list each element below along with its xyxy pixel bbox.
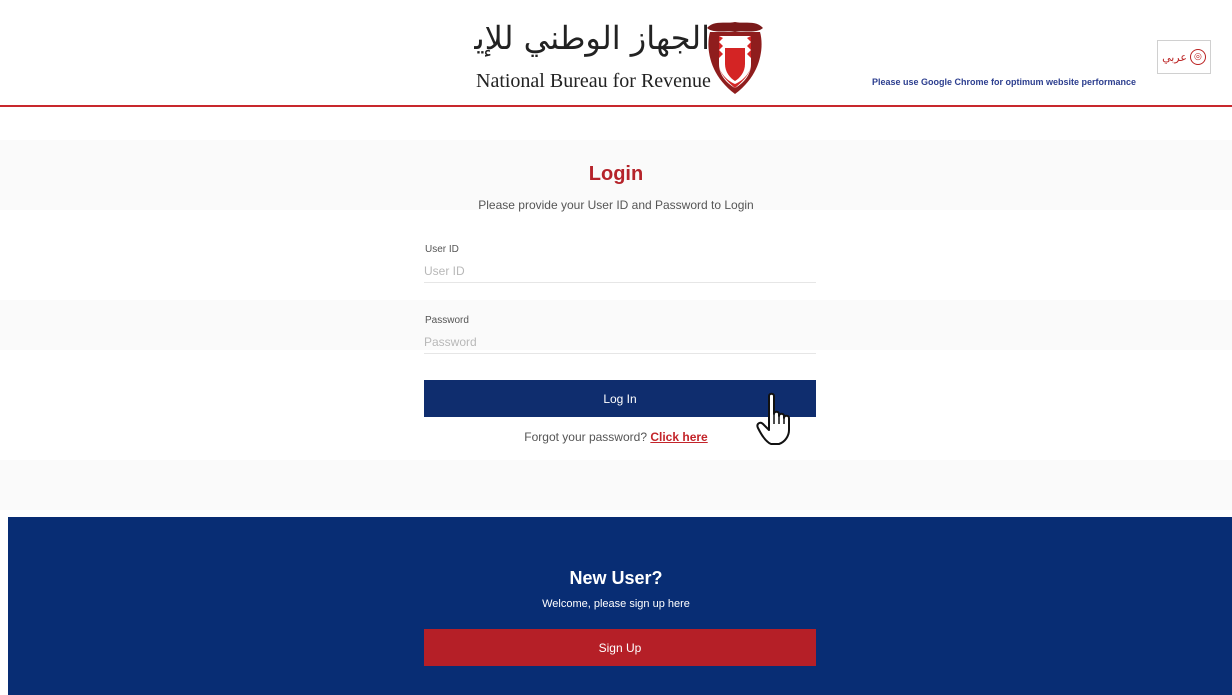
forgot-password-link[interactable]: Click here <box>650 430 707 444</box>
forgot-password-text: Forgot your password? <box>524 430 647 444</box>
password-input[interactable] <box>424 331 816 354</box>
language-label: عربي <box>1162 51 1187 64</box>
language-globe-icon: ◎ <box>1189 49 1206 65</box>
bahrain-emblem-icon <box>707 22 763 94</box>
hand-pointer-icon <box>756 392 790 445</box>
signup-subtitle: Welcome, please sign up here <box>542 598 690 610</box>
language-toggle[interactable]: عربي ◎ <box>1157 40 1211 74</box>
user-id-label: User ID <box>425 244 459 255</box>
password-label: Password <box>425 315 469 326</box>
login-title: Login <box>588 163 644 185</box>
logo-arabic-text: الجهاز الوطني للإيرادات <box>474 19 710 57</box>
forgot-password-row: Forgot your password? Click here <box>0 430 1232 444</box>
signup-button[interactable]: Sign Up <box>424 629 816 666</box>
background-band <box>0 460 1232 510</box>
header-divider <box>0 105 1232 107</box>
new-user-title: New User? <box>569 568 663 588</box>
logo-english-text: National Bureau for Revenue <box>476 70 711 92</box>
login-subtitle: Please provide your User ID and Password… <box>478 198 754 212</box>
chrome-notice: Please use Google Chrome for optimum web… <box>872 77 1137 87</box>
user-id-input[interactable] <box>424 260 816 283</box>
site-header: الجهاز الوطني للإيرادات National Bureau … <box>0 0 1232 108</box>
